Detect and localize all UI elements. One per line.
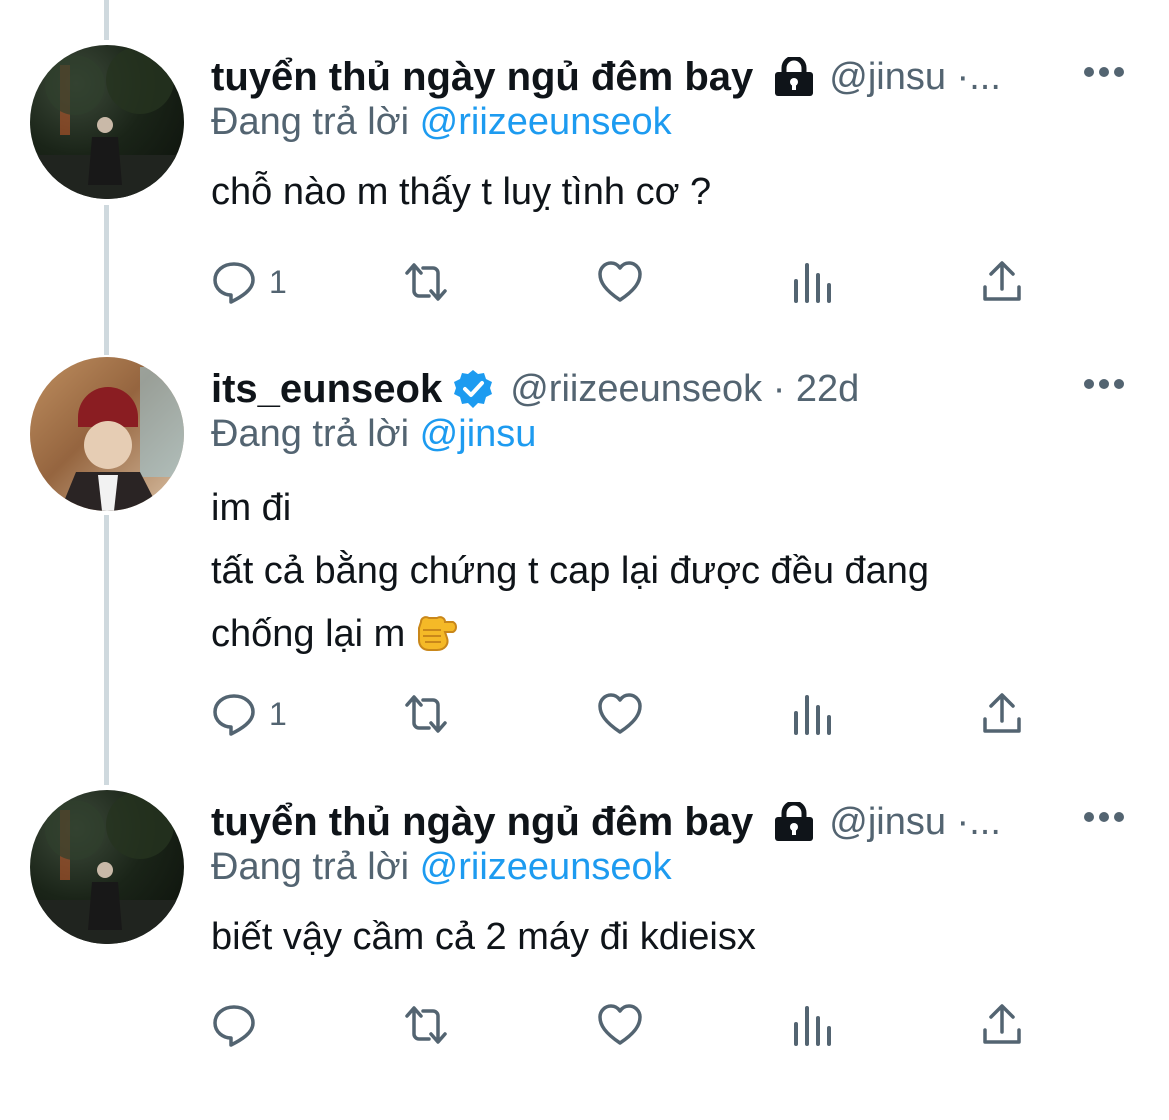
reply-icon — [213, 262, 255, 304]
lock-icon — [775, 57, 814, 96]
action-bar: 1 — [211, 257, 1041, 307]
action-bar — [211, 1000, 1041, 1050]
mention-link[interactable]: @jinsu — [420, 413, 537, 455]
retweet-icon — [405, 263, 447, 301]
replying-to: Đang trả lời @jinsu — [211, 413, 536, 456]
tweet-line: im đi — [211, 487, 292, 529]
handle[interactable]: @jinsu ·... — [829, 801, 1001, 844]
tweet-line: tất cả bằng chứng t cap lại được đều đan… — [211, 550, 930, 592]
pointing-fist-emoji — [418, 616, 458, 651]
reply-button[interactable] — [211, 1000, 257, 1050]
like-button[interactable] — [597, 1000, 643, 1050]
tweet-text: im đi tất cả bằng chứng t cap lại được đ… — [211, 477, 929, 666]
more-icon[interactable] — [1083, 377, 1125, 391]
retweet-button[interactable] — [403, 1000, 449, 1050]
like-icon — [598, 261, 642, 302]
handle[interactable]: @riizeeunseok · 22d — [510, 368, 859, 411]
replying-label: Đang trả lời — [211, 101, 410, 143]
handle[interactable]: @jinsu ·... — [829, 56, 1001, 99]
reply-button[interactable]: 1 — [211, 689, 287, 739]
views-icon — [794, 695, 831, 735]
share-button[interactable] — [979, 689, 1025, 739]
tweet-line: chống lại m — [211, 613, 406, 655]
like-icon — [598, 693, 642, 734]
views-button[interactable] — [789, 1000, 835, 1050]
reply-count: 1 — [269, 695, 287, 732]
mention-link[interactable]: @riizeeunseok — [420, 101, 672, 143]
views-button[interactable] — [789, 257, 835, 307]
tweet-text: chỗ nào m thấy t luỵ tình cơ ? — [211, 161, 711, 224]
replying-label: Đang trả lời — [211, 413, 410, 455]
tweet-line: chỗ nào m thấy t luỵ tình cơ ? — [211, 171, 712, 213]
share-icon — [983, 261, 1021, 301]
reply-count: 1 — [269, 263, 287, 300]
share-button[interactable] — [979, 1000, 1025, 1050]
share-icon — [983, 1004, 1021, 1044]
replying-to: Đang trả lời @riizeeunseok — [211, 846, 672, 889]
action-bar: 1 — [211, 689, 1041, 739]
retweet-button[interactable] — [403, 257, 449, 307]
share-icon — [983, 693, 1021, 733]
tweet-line: biết vậy cầm cả 2 máy đi kdieisx — [211, 916, 756, 958]
avatar[interactable] — [30, 45, 184, 199]
tweet-text: biết vậy cầm cả 2 máy đi kdieisx — [211, 906, 756, 969]
thread-line — [104, 0, 109, 40]
verified-icon — [454, 370, 493, 408]
retweet-button[interactable] — [403, 689, 449, 739]
retweet-icon — [405, 1006, 447, 1044]
author-name[interactable]: tuyển thủ ngày ngủ đêm bay — [211, 55, 753, 100]
more-icon[interactable] — [1083, 810, 1125, 824]
reply-button[interactable]: 1 — [211, 257, 287, 307]
avatar[interactable] — [30, 357, 184, 511]
avatar[interactable] — [30, 790, 184, 944]
mention-link[interactable]: @riizeeunseok — [420, 846, 672, 888]
reply-icon — [213, 1005, 255, 1047]
replying-to: Đang trả lời @riizeeunseok — [211, 101, 672, 144]
tweet[interactable]: tuyển thủ ngày ngủ đêm bay @jinsu ·... Đ… — [0, 45, 1169, 375]
like-button[interactable] — [597, 257, 643, 307]
tweet[interactable]: its_eunseok @riizeeunseok · 22d Đang trả… — [0, 357, 1169, 736]
replying-label: Đang trả lời — [211, 846, 410, 888]
like-icon — [598, 1004, 642, 1045]
reply-icon — [213, 694, 255, 736]
share-button[interactable] — [979, 257, 1025, 307]
more-icon[interactable] — [1083, 65, 1125, 79]
views-button[interactable] — [789, 689, 835, 739]
tweet[interactable]: tuyển thủ ngày ngủ đêm bay @jinsu ·... Đ… — [0, 790, 1169, 1120]
retweet-icon — [405, 695, 447, 733]
author-name[interactable]: tuyển thủ ngày ngủ đêm bay — [211, 800, 753, 845]
views-icon — [794, 263, 831, 303]
like-button[interactable] — [597, 689, 643, 739]
lock-icon — [775, 802, 814, 841]
author-name[interactable]: its_eunseok — [211, 367, 442, 412]
views-icon — [794, 1006, 831, 1046]
